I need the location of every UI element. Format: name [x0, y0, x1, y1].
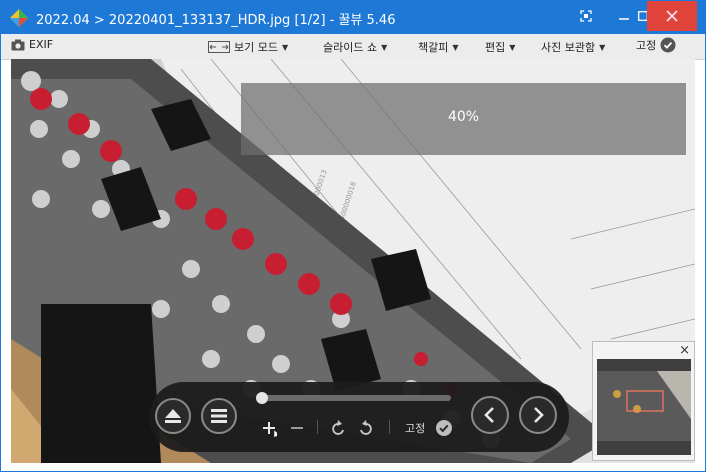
navigator-thumbnail[interactable]	[597, 359, 691, 455]
chevron-down-icon: ▼	[381, 42, 388, 52]
chevron-down-icon: ▼	[452, 42, 459, 52]
next-icon	[534, 407, 544, 423]
menu-pin-label: 고정	[636, 39, 657, 52]
menu-exif[interactable]: EXIF	[11, 38, 53, 51]
navigator-panel[interactable]: ×	[592, 341, 695, 461]
menu-icon	[211, 409, 227, 423]
menu-view-mode-label: 보기 모드	[234, 41, 278, 54]
capture-button[interactable]	[571, 1, 601, 31]
title-bar[interactable]: 2022.04 > 20220401_133137_HDR.jpg [1/2] …	[1, 1, 705, 34]
menu-edit[interactable]: 편집 ▼	[485, 39, 515, 55]
menu-slideshow[interactable]: 슬라이드 쇼 ▼	[323, 39, 387, 55]
control-bar: 고정	[149, 382, 569, 452]
menu-photo-album-label: 사진 보관함	[541, 41, 596, 54]
rotate-right-icon[interactable]	[357, 418, 375, 438]
prev-image-button[interactable]	[471, 396, 509, 434]
app-window: 2022.04 > 20220401_133137_HDR.jpg [1/2] …	[0, 0, 706, 472]
chevron-down-icon: ▼	[599, 42, 606, 52]
zoom-in-icon[interactable]	[261, 418, 277, 438]
close-icon	[666, 10, 678, 22]
chevron-down-icon: ▼	[281, 42, 289, 52]
fit-window-icon	[208, 41, 230, 53]
menu-pin[interactable]: 고정	[636, 37, 676, 53]
eject-button[interactable]	[155, 398, 191, 434]
toolbar-divider	[389, 420, 390, 434]
menu-bookmark[interactable]: 책갈피 ▼	[418, 39, 459, 55]
menu-photo-album[interactable]: 사진 보관함 ▼	[541, 39, 605, 55]
app-logo-icon	[10, 9, 28, 27]
zoom-indicator-text: 40%	[447, 109, 480, 125]
next-image-button[interactable]	[519, 396, 557, 434]
menu-edit-label: 편집	[485, 41, 506, 54]
chevron-down-icon: ▼	[509, 42, 516, 52]
close-button[interactable]	[647, 1, 697, 31]
zoom-out-icon[interactable]	[289, 418, 305, 438]
window-title: 2022.04 > 20220401_133137_HDR.jpg [1/2] …	[36, 13, 396, 28]
seek-bar[interactable]	[259, 395, 451, 401]
menu-slideshow-label: 슬라이드 쇼	[323, 41, 378, 54]
menu-view-mode[interactable]: 보기 모드 ▼	[208, 39, 288, 55]
menu-bar: EXIF 보기 모드 ▼ 슬라이드 쇼 ▼ 책갈피 ▼ 편집 ▼ 사진 보관함 …	[1, 34, 705, 60]
check-circle-icon	[660, 37, 676, 53]
eject-icon	[165, 409, 181, 423]
prev-icon	[484, 407, 494, 423]
zoom-indicator: 40%	[241, 83, 686, 155]
rotate-left-icon[interactable]	[329, 418, 347, 438]
menu-bookmark-label: 책갈피	[418, 41, 449, 54]
toolbar-divider	[317, 420, 318, 434]
seek-knob[interactable]	[256, 392, 268, 404]
pin-label[interactable]: 고정	[405, 420, 425, 436]
menu-button[interactable]	[201, 398, 237, 434]
menu-exif-label: EXIF	[29, 38, 54, 51]
camera-icon	[11, 39, 25, 50]
capture-icon	[580, 10, 592, 22]
navigator-close-icon[interactable]: ×	[679, 344, 690, 357]
check-icon[interactable]	[435, 418, 453, 438]
